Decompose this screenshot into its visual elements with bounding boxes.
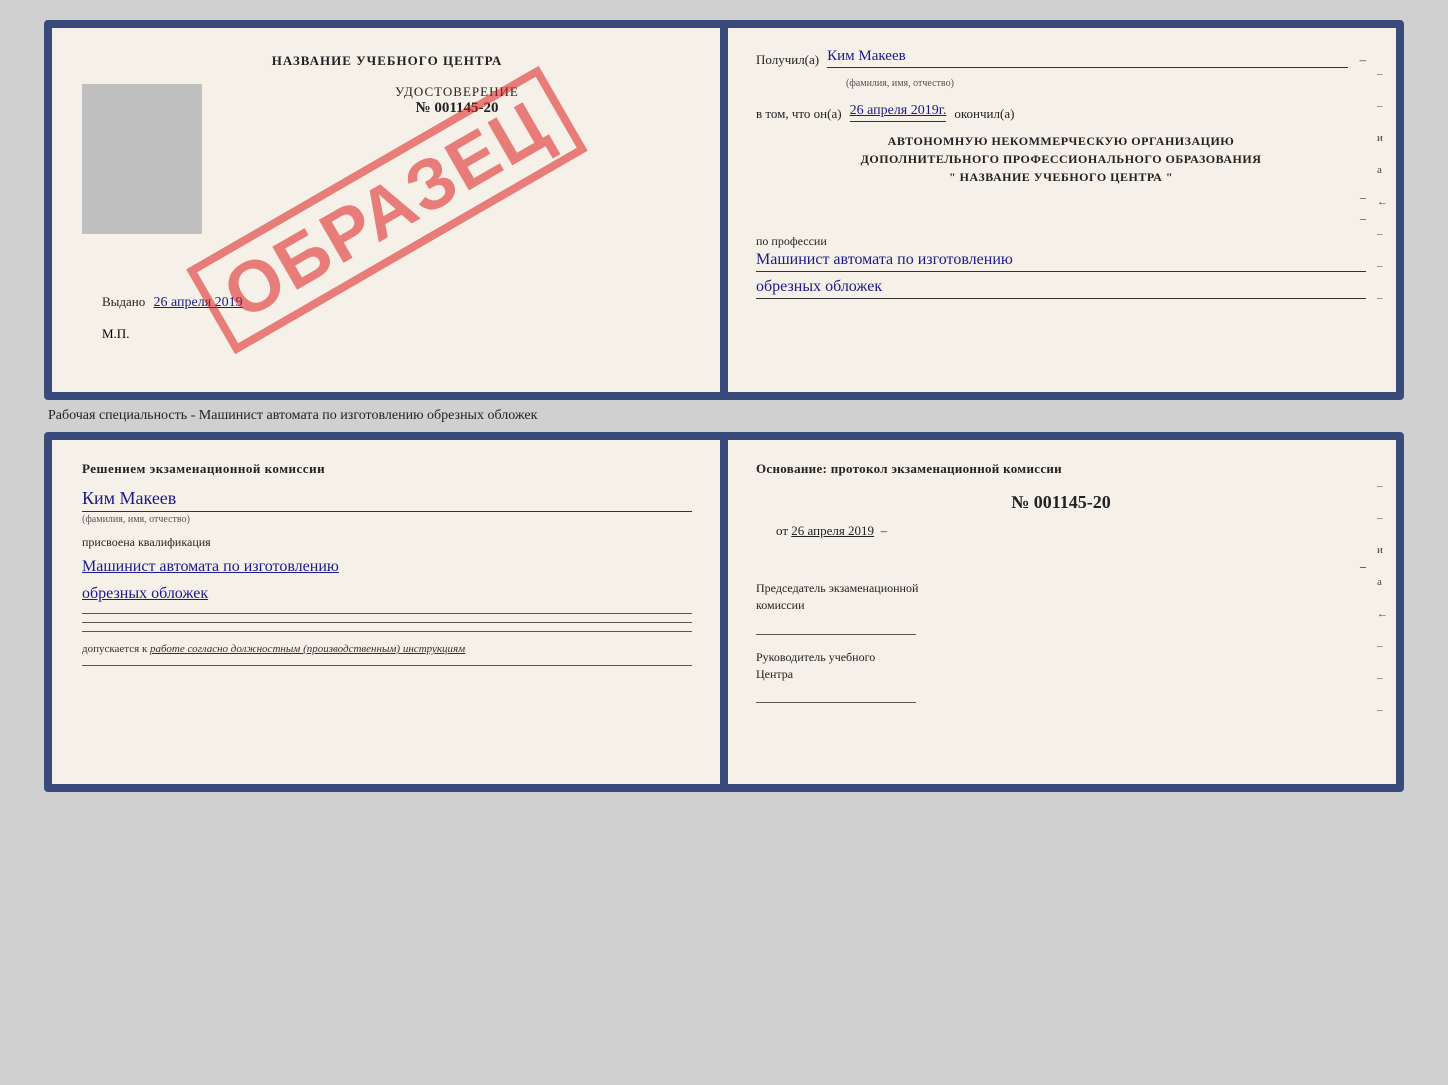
- date-intro: в том, что он(а): [756, 106, 842, 122]
- received-line: Получил(а) Ким Макеев –: [756, 48, 1366, 68]
- dash2-right: –: [1360, 559, 1366, 573]
- kvali-label: присвоена квалификация: [82, 535, 692, 550]
- document-container: НАЗВАНИЕ УЧЕБНОГО ЦЕНТРА УДОСТОВЕРЕНИЕ №…: [44, 20, 1404, 792]
- bottom-cert-left-page: Решением экзаменационной комиссии Ким Ма…: [52, 440, 726, 784]
- kvali-line2: обрезных обложек: [82, 583, 692, 605]
- issued-line: Выдано 26 апреля 2019: [82, 294, 692, 311]
- bottom-right-number: № 001145-20: [756, 492, 1366, 513]
- bottom-name-sublabel: (фамилия, имя, отчество): [82, 514, 692, 525]
- profession-line1: Машинист автомата по изготовлению: [756, 251, 1366, 272]
- issued-date: 26 апреля 2019: [154, 295, 243, 310]
- date-prefix: от: [776, 523, 788, 538]
- line3: [82, 631, 692, 632]
- head-sign-line: [756, 702, 916, 703]
- bottom-right-heading: Основание: протокол экзаменационной коми…: [756, 460, 1366, 478]
- kvali-line1: Машинист автомата по изготовлению: [82, 556, 692, 578]
- profession-label: по профессии: [756, 234, 1366, 249]
- org-line1: АВТОНОМНУЮ НЕКОММЕРЧЕСКУЮ ОРГАНИЗАЦИЮ ДО…: [756, 132, 1366, 186]
- bottom-certificate-book: Решением экзаменационной комиссии Ким Ма…: [44, 432, 1404, 792]
- finished-label: окончил(а): [954, 106, 1014, 122]
- number-value: 001145-20: [1034, 492, 1111, 512]
- cert-label: УДОСТОВЕРЕНИЕ: [222, 84, 692, 100]
- issued-label: Выдано: [102, 294, 145, 309]
- top-cert-right-page: Получил(а) Ким Макеев – (фамилия, имя, о…: [726, 28, 1396, 392]
- line4: [82, 665, 692, 666]
- head-label: Руководитель учебного Центра: [756, 649, 1366, 683]
- profession-line2: обрезных обложек: [756, 278, 1366, 299]
- photo-placeholder: [82, 84, 202, 234]
- date-value: 26 апреля 2019г.: [850, 103, 947, 122]
- top-certificate-book: НАЗВАНИЕ УЧЕБНОГО ЦЕНТРА УДОСТОВЕРЕНИЕ №…: [44, 20, 1404, 400]
- dopusk-prefix: допускается к: [82, 643, 147, 655]
- line1: [82, 613, 692, 614]
- dash1: –: [1360, 52, 1367, 68]
- received-name: Ким Макеев: [827, 48, 1347, 68]
- side-marks-bottom: – – и а ← – – –: [1377, 480, 1388, 716]
- cert-number-block: УДОСТОВЕРЕНИЕ № 001145-20: [222, 84, 692, 117]
- separator-text: Рабочая специальность - Машинист автомат…: [44, 408, 537, 424]
- dopusk-text: допускается к работе согласно должностны…: [82, 642, 692, 657]
- received-label: Получил(а): [756, 52, 819, 68]
- line2: [82, 622, 692, 623]
- mp-label: М.П.: [82, 326, 692, 342]
- top-cert-left-page: НАЗВАНИЕ УЧЕБНОГО ЦЕНТРА УДОСТОВЕРЕНИЕ №…: [52, 28, 726, 392]
- cert-number: № 001145-20: [222, 100, 692, 117]
- bottom-date-value: 26 апреля 2019: [791, 523, 874, 538]
- dopusk-italic: работе согласно должностным (производств…: [150, 643, 465, 655]
- dash3: –: [1360, 211, 1366, 225]
- org-name-line: " НАЗВАНИЕ УЧЕБНОГО ЦЕНТРА ": [949, 170, 1173, 184]
- chair-sign-line: [756, 634, 916, 635]
- chair-label: Председатель экзаменационной комиссии: [756, 580, 1366, 614]
- bottom-heading: Решением экзаменационной комиссии: [82, 460, 692, 478]
- name-sublabel: (фамилия, имя, отчество): [756, 78, 1366, 89]
- side-marks: – – и а ← – – –: [1377, 68, 1388, 304]
- bottom-right-date: от 26 апреля 2019 –: [756, 523, 1366, 539]
- date-line: в том, что он(а) 26 апреля 2019г. окончи…: [756, 103, 1366, 122]
- bottom-cert-right-page: Основание: протокол экзаменационной коми…: [726, 440, 1396, 784]
- bottom-name-value: Ким Макеев: [82, 488, 692, 512]
- top-cert-school-name: НАЗВАНИЕ УЧЕБНОГО ЦЕНТРА: [82, 53, 692, 69]
- dash2: –: [1360, 190, 1366, 204]
- number-label: №: [1011, 492, 1029, 512]
- dash-after-date: –: [881, 523, 888, 538]
